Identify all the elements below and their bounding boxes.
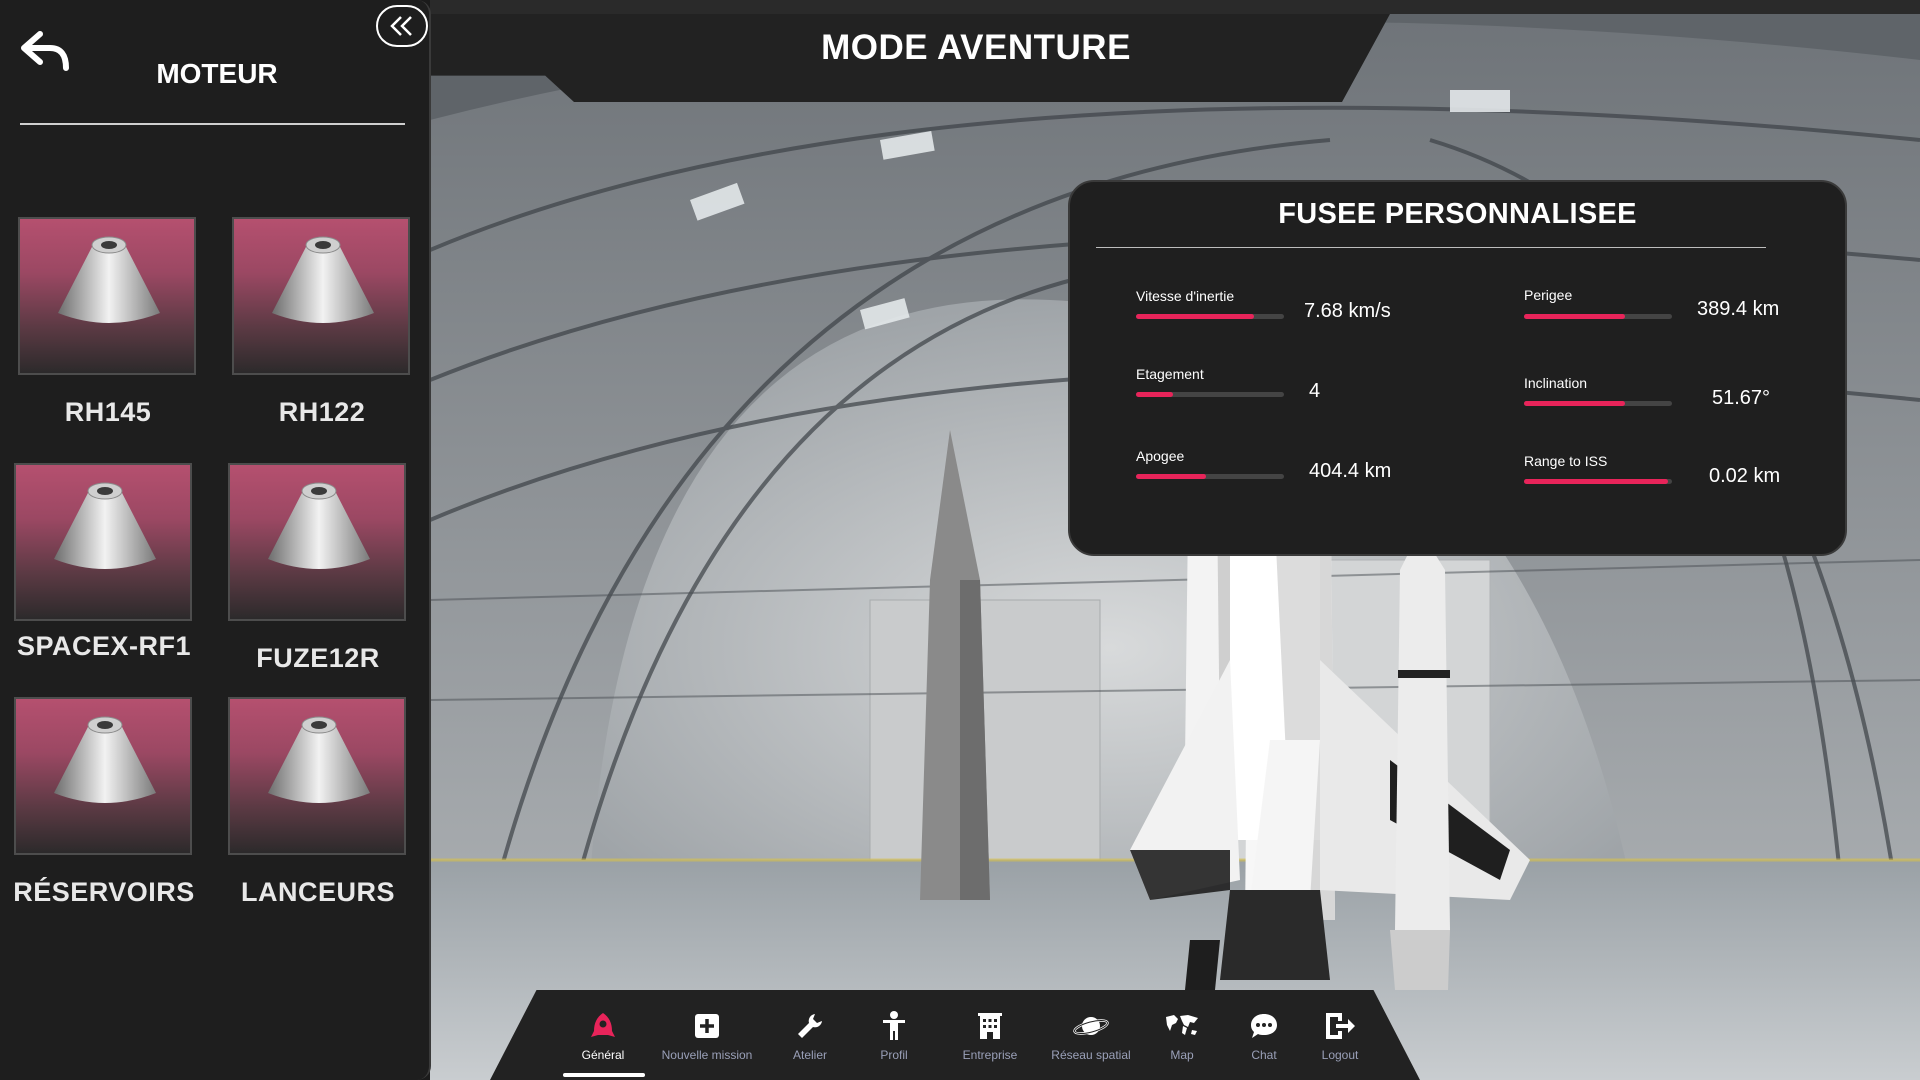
stat-bar [1136, 392, 1284, 397]
double-chevron-left-icon [390, 16, 412, 36]
nav-logout[interactable]: Logout [1290, 1010, 1390, 1070]
engine-label: SPACEX-RF1 [16, 631, 192, 661]
nav-label: Nouvelle mission [661, 1048, 753, 1062]
stat-value: 389.4 km [1697, 298, 1780, 320]
rocket-icon [591, 1013, 615, 1038]
engine-card-rh145[interactable]: RH145 [18, 217, 198, 427]
engine-card-fuze12r[interactable]: FUZE12R [228, 463, 408, 673]
engine-card-reservoirs[interactable]: RÉSERVOIRS [13, 697, 194, 907]
engine-label: LANCEURS [240, 877, 395, 907]
engine-tile [14, 697, 192, 855]
engine-tile [228, 463, 406, 621]
engine-card-lanceurs[interactable]: LANCEURS [228, 697, 408, 907]
nav-label: Logout [1321, 1048, 1359, 1062]
stat-label: Perigee [1524, 287, 1573, 303]
engine-label: RH145 [64, 397, 152, 427]
nav-label: Entreprise [962, 1048, 1018, 1062]
nav-label: Général [581, 1048, 625, 1062]
nav-profil[interactable]: Profil [844, 1010, 944, 1070]
nav-reseau-spatial[interactable]: Réseau spatial [1041, 1010, 1141, 1070]
engine-tile [232, 217, 410, 375]
nav-label: Réseau spatial [1051, 1048, 1131, 1062]
stat-value: 0.02 km [1709, 465, 1781, 487]
engine-nozzle-icon [54, 482, 156, 569]
stat-fill [1136, 474, 1206, 479]
nav-active-underline [563, 1073, 645, 1077]
stat-fill [1524, 479, 1668, 484]
stat-label: Etagement [1136, 366, 1204, 382]
engine-nozzle-icon [268, 716, 370, 803]
stat-value: 51.67° [1712, 387, 1771, 409]
panel-title: MOTEUR [156, 58, 278, 89]
logout-icon [1326, 1013, 1355, 1039]
building-icon [978, 1013, 1002, 1039]
stat-label: Apogee [1136, 448, 1185, 464]
rocket-stats-card: FUSEE PERSONNALISEE Vitesse d'inertie 7.… [1068, 180, 1847, 556]
nav-nouvelle-mission[interactable]: Nouvelle mission [657, 1010, 757, 1070]
engine-tile [18, 217, 196, 375]
stat-label: Vitesse d'inertie [1136, 288, 1235, 304]
engine-label: RH122 [278, 397, 366, 427]
engine-label: RÉSERVOIRS [13, 877, 195, 907]
collapse-panel-button[interactable] [376, 5, 428, 47]
nav-entreprise[interactable]: Entreprise [940, 1010, 1040, 1070]
world-map-icon [1166, 1015, 1198, 1035]
stat-fill [1136, 314, 1255, 319]
stat-fill [1136, 392, 1173, 397]
nav-label: Profil [880, 1048, 908, 1062]
engine-card-spacex-rf1[interactable]: SPACEX-RF1 [14, 463, 194, 661]
back-button[interactable] [20, 28, 70, 72]
stat-value: 4 [1309, 380, 1321, 402]
planet-icon [1073, 1017, 1109, 1035]
stat-bar [1524, 314, 1672, 319]
engine-nozzle-icon [268, 482, 370, 569]
engine-label: FUZE12R [256, 643, 380, 673]
page-title: MODE AVENTURE [821, 28, 1131, 67]
wrench-icon [798, 1014, 822, 1038]
stat-fill [1524, 314, 1625, 319]
nav-general[interactable]: Général [553, 1010, 653, 1070]
app-root: MODE AVENTURE MOTEUR RH145 RH122 SPACEX-… [0, 0, 1920, 1080]
engine-nozzle-icon [58, 236, 160, 323]
chat-bubble-icon [1251, 1014, 1277, 1038]
stat-fill [1524, 401, 1625, 406]
stats-divider [1096, 247, 1766, 248]
stat-bar [1136, 314, 1284, 319]
stat-value: 404.4 km [1309, 460, 1392, 482]
engine-card-rh122[interactable]: RH122 [232, 217, 412, 427]
top-strip [430, 0, 1920, 14]
stat-label: Range to ISS [1524, 453, 1608, 469]
plus-square-icon [695, 1014, 719, 1038]
stat-bar [1524, 479, 1672, 484]
engine-tile [228, 697, 406, 855]
person-icon [883, 1011, 905, 1040]
back-arrow-icon [21, 31, 69, 71]
engine-panel: MOTEUR RH145 RH122 SPACEX-RF1 FUZE12R RÉ… [0, 0, 431, 1080]
engine-nozzle-icon [54, 716, 156, 803]
stat-value: 7.68 km/s [1304, 300, 1391, 322]
engine-tile [14, 463, 192, 621]
stat-bar [1524, 401, 1672, 406]
engine-nozzle-icon [272, 236, 374, 323]
stat-label: Inclination [1524, 375, 1588, 391]
stat-bar [1136, 474, 1284, 479]
stats-title: FUSEE PERSONNALISEE [1278, 198, 1637, 230]
panel-divider [20, 123, 405, 125]
